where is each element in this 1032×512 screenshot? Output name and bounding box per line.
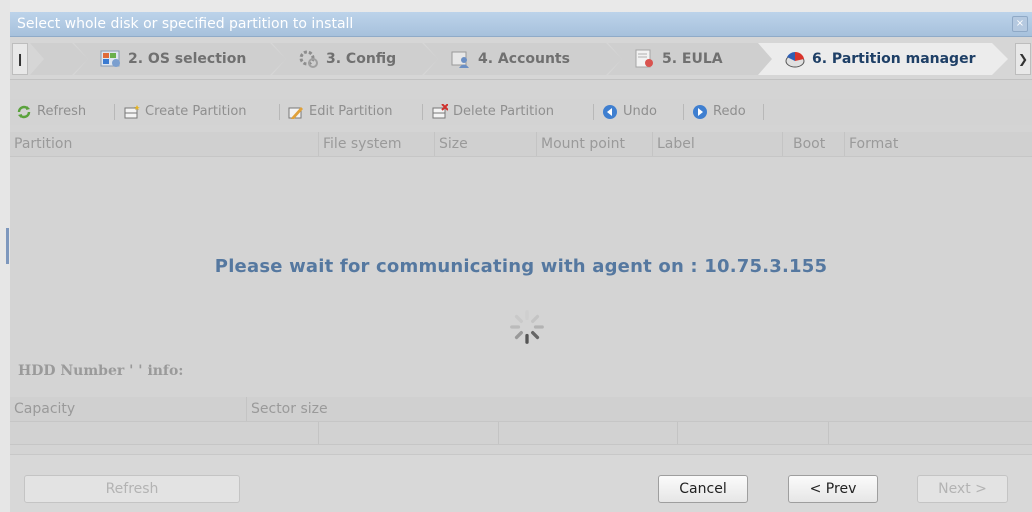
next-button[interactable]: Next > <box>917 475 1008 503</box>
refresh-button[interactable]: Refresh <box>24 475 240 503</box>
delete-partition-button[interactable]: Delete Partition <box>432 99 554 125</box>
create-partition-label: Create Partition <box>145 104 247 119</box>
prev-button[interactable]: < Prev <box>788 475 878 503</box>
scroll-right-arrow[interactable]: ❯ <box>1015 43 1031 75</box>
left-edge-marker <box>6 228 9 264</box>
dialog-title: Select whole disk or specified partition… <box>17 16 354 32</box>
undo-label: Undo <box>623 104 657 119</box>
wait-message: Please wait for communicating with agent… <box>214 256 828 277</box>
toolbar-separator <box>279 104 280 120</box>
dialog-button-row: Refresh Cancel < Prev Next > <box>10 454 1032 512</box>
partition-disk-icon <box>784 49 806 69</box>
eula-certificate-icon <box>634 49 656 69</box>
cancel-button[interactable]: Cancel <box>658 475 748 503</box>
grid-cell-divider <box>498 422 499 444</box>
os-selection-icon <box>100 49 122 69</box>
loading-spinner-icon <box>510 310 544 344</box>
grid-cell-divider <box>677 422 678 444</box>
hdd-grid-row <box>10 422 1032 445</box>
dialog-titlebar: Select whole disk or specified partition… <box>10 12 1032 37</box>
step-label: 4. Accounts <box>478 51 570 67</box>
grid-cell-divider <box>828 422 829 444</box>
column-mount-point[interactable]: Mount point <box>536 132 652 156</box>
create-partition-icon <box>124 104 140 118</box>
partition-dialog: Select whole disk or specified partition… <box>10 12 1032 512</box>
partition-toolbar: Refresh Create Partition Edit Partition … <box>10 99 1032 125</box>
refresh-tool-button[interactable]: Refresh <box>16 99 86 125</box>
scroll-left-arrow[interactable]: ❙ <box>12 43 28 75</box>
redo-button[interactable]: Redo <box>692 99 746 125</box>
background-strip <box>0 0 10 512</box>
refresh-icon <box>17 105 31 118</box>
toolbar-separator <box>683 104 684 120</box>
redo-icon <box>693 104 707 119</box>
redo-label: Redo <box>713 104 746 119</box>
toolbar-separator <box>593 104 594 120</box>
close-button[interactable]: × <box>1012 16 1028 32</box>
delete-partition-icon <box>432 103 448 118</box>
toolbar-separator <box>763 104 764 120</box>
step-os-selection[interactable]: 2. OS selection <box>74 43 286 75</box>
step-label: 3. Config <box>326 51 397 67</box>
create-partition-button[interactable]: Create Partition <box>124 99 247 125</box>
step-eula[interactable]: 5. EULA <box>608 43 784 75</box>
config-gear-icon <box>298 49 320 69</box>
column-size[interactable]: Size <box>434 132 536 156</box>
step-config[interactable]: 3. Config <box>272 43 438 75</box>
column-capacity[interactable]: Capacity <box>10 397 246 421</box>
toolbar-separator <box>114 104 115 120</box>
column-label[interactable]: Label <box>652 132 782 156</box>
hdd-info-label: HDD Number ' ' info: <box>18 363 184 379</box>
refresh-tool-label: Refresh <box>37 104 87 119</box>
wizard-step-bar: ❙ 2. OS selection 3. Config 4. Accounts … <box>10 37 1032 80</box>
partition-grid-header: Partition File system Size Mount point L… <box>10 132 1032 157</box>
column-boot[interactable]: Boot <box>782 132 844 156</box>
edit-partition-icon <box>288 106 303 119</box>
column-partition[interactable]: Partition <box>10 132 318 156</box>
step-label: 5. EULA <box>662 51 723 67</box>
accounts-icon <box>450 49 472 69</box>
column-file-system[interactable]: File system <box>318 132 434 156</box>
step-label: 6. Partition manager <box>812 51 976 67</box>
step-label: 2. OS selection <box>128 51 247 67</box>
step-accounts[interactable]: 4. Accounts <box>424 43 622 75</box>
edit-partition-label: Edit Partition <box>309 104 393 119</box>
undo-button[interactable]: Undo <box>602 99 657 125</box>
undo-icon <box>603 104 617 119</box>
column-sector-size[interactable]: Sector size <box>246 397 1032 421</box>
column-format[interactable]: Format <box>844 132 1032 156</box>
grid-cell-divider <box>318 422 319 444</box>
hdd-grid-header: Capacity Sector size <box>10 397 1032 422</box>
edit-partition-button[interactable]: Edit Partition <box>288 99 392 125</box>
toolbar-separator <box>422 104 423 120</box>
delete-partition-label: Delete Partition <box>453 104 555 119</box>
step-partition-manager[interactable]: 6. Partition manager <box>758 43 1008 75</box>
